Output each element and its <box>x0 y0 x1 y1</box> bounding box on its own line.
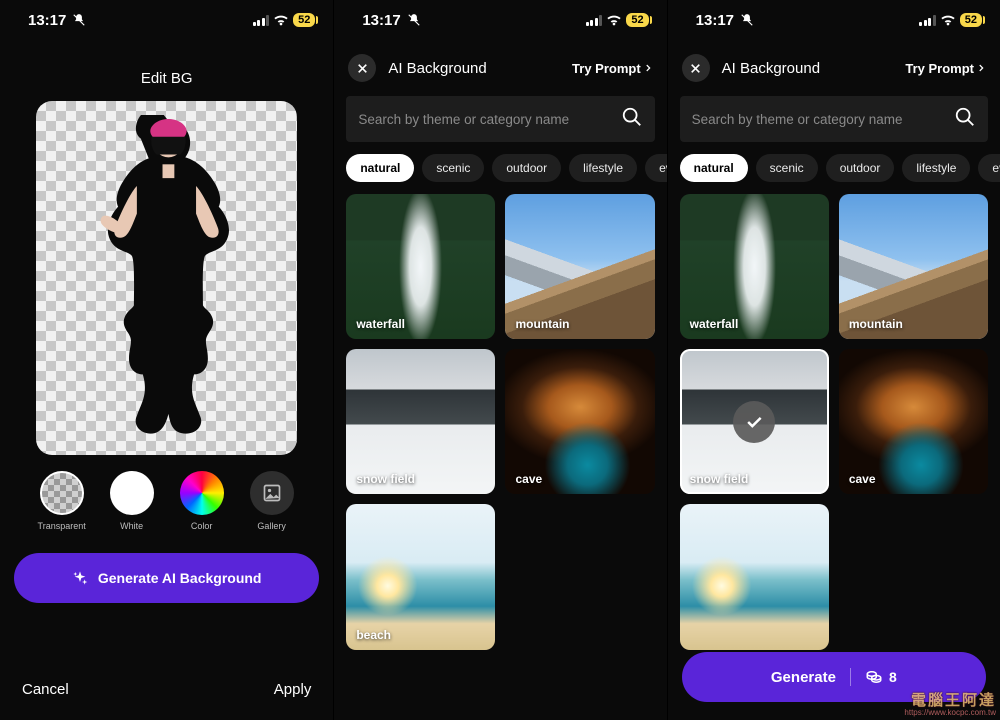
bg-option-white[interactable]: White <box>102 471 162 531</box>
credits-badge: 8 <box>865 668 897 686</box>
bg-option-transparent[interactable]: Transparent <box>32 471 92 531</box>
wifi-icon <box>273 14 289 26</box>
status-bar: 13:17 52 <box>0 0 333 40</box>
search-bar[interactable] <box>680 96 988 142</box>
white-swatch-icon <box>110 471 154 515</box>
bg-grid: waterfall mountain snow field cave <box>668 194 1000 662</box>
chip-scenic[interactable]: scenic <box>422 154 484 182</box>
gallery-icon <box>250 471 294 515</box>
chip-natural[interactable]: natural <box>346 154 414 182</box>
try-prompt-button[interactable]: Try Prompt <box>572 61 653 76</box>
check-icon <box>733 401 775 443</box>
signal-icon <box>919 15 936 26</box>
tile-snow-field[interactable]: snow field <box>680 349 829 494</box>
chip-lifestyle[interactable]: lifestyle <box>902 154 970 182</box>
close-button[interactable] <box>348 54 376 82</box>
signal-icon <box>586 15 603 26</box>
cta-label: Generate AI Background <box>98 570 262 586</box>
category-chips: natural scenic outdoor lifestyle events <box>668 154 1000 194</box>
signal-icon <box>253 15 270 26</box>
color-wheel-icon <box>180 471 224 515</box>
generate-button[interactable]: Generate 8 <box>682 652 986 702</box>
wifi-icon <box>606 14 622 26</box>
status-bar: 13:17 52 <box>334 0 666 40</box>
status-bar: 13:17 52 <box>668 0 1000 40</box>
divider <box>850 668 851 686</box>
subject-cutout <box>75 115 258 440</box>
generate-ai-bg-button[interactable]: Generate AI Background <box>14 553 319 603</box>
coins-icon <box>865 668 883 686</box>
header-title: AI Background <box>722 60 894 77</box>
chip-scenic[interactable]: scenic <box>756 154 818 182</box>
panel-ai-bg-browse: 13:17 52 AI Background Try Prompt natura… <box>333 0 666 720</box>
battery-badge: 52 <box>626 13 648 27</box>
sparkle-icon <box>72 570 88 586</box>
generate-label: Generate <box>771 669 836 686</box>
battery-badge: 52 <box>293 13 315 27</box>
tile-waterfall[interactable]: waterfall <box>346 194 495 339</box>
tile-cave[interactable]: cave <box>839 349 988 494</box>
try-prompt-button[interactable]: Try Prompt <box>905 61 986 76</box>
apply-button[interactable]: Apply <box>274 681 312 698</box>
chip-outdoor[interactable]: outdoor <box>492 154 561 182</box>
battery-badge: 52 <box>960 13 982 27</box>
search-bar[interactable] <box>346 96 654 142</box>
silent-icon <box>740 13 754 27</box>
search-icon <box>954 106 976 133</box>
cancel-button[interactable]: Cancel <box>22 681 69 698</box>
search-icon <box>621 106 643 133</box>
search-input[interactable] <box>692 112 946 127</box>
tile-beach[interactable]: beach <box>346 504 495 649</box>
tile-mountain[interactable]: mountain <box>505 194 654 339</box>
bg-preview <box>36 101 297 455</box>
bg-grid: waterfall mountain snow field cave beach <box>334 194 666 662</box>
search-input[interactable] <box>358 112 612 127</box>
chip-natural[interactable]: natural <box>680 154 748 182</box>
category-chips: natural scenic outdoor lifestyle events <box>334 154 666 194</box>
tile-cave[interactable]: cave <box>505 349 654 494</box>
status-time: 13:17 <box>696 12 734 29</box>
tile-beach[interactable] <box>680 504 829 649</box>
chip-events[interactable]: events <box>645 154 667 182</box>
status-time: 13:17 <box>28 12 66 29</box>
status-time: 13:17 <box>362 12 400 29</box>
chip-events[interactable]: events <box>978 154 1000 182</box>
transparent-icon <box>40 471 84 515</box>
tile-mountain[interactable]: mountain <box>839 194 988 339</box>
wifi-icon <box>940 14 956 26</box>
panel-ai-bg-selected: 13:17 52 AI Background Try Prompt natura… <box>667 0 1000 720</box>
page-title: Edit BG <box>0 40 333 101</box>
silent-icon <box>407 13 421 27</box>
close-button[interactable] <box>682 54 710 82</box>
bg-option-row: Transparent White Color Gallery <box>0 471 333 531</box>
bg-option-color[interactable]: Color <box>172 471 232 531</box>
chip-lifestyle[interactable]: lifestyle <box>569 154 637 182</box>
tile-snow-field[interactable]: snow field <box>346 349 495 494</box>
header-title: AI Background <box>388 60 560 77</box>
tile-waterfall[interactable]: waterfall <box>680 194 829 339</box>
chip-outdoor[interactable]: outdoor <box>826 154 895 182</box>
silent-icon <box>72 13 86 27</box>
panel-edit-bg: 13:17 52 Edit BG <box>0 0 333 720</box>
bg-option-gallery[interactable]: Gallery <box>242 471 302 531</box>
